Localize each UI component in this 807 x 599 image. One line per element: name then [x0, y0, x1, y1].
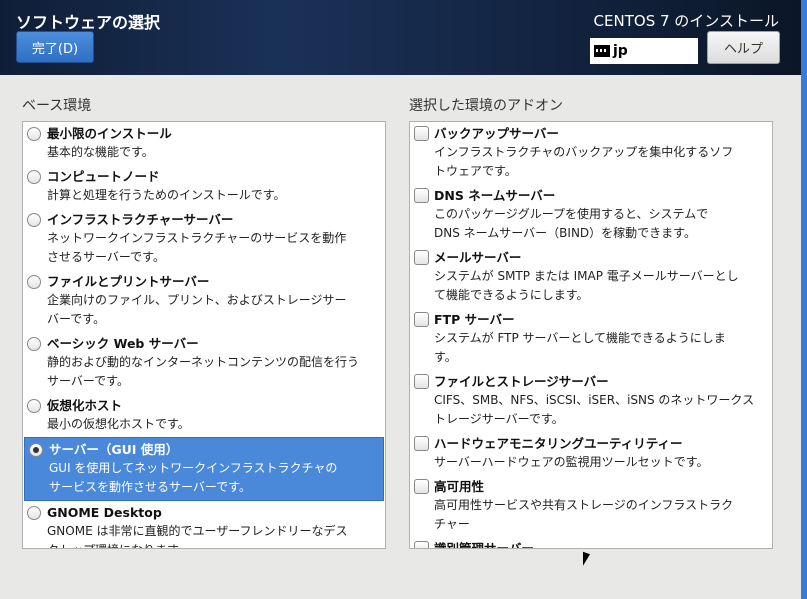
option-title: インフラストラクチャーサーバー: [47, 212, 234, 227]
addon-option[interactable]: 識別管理サーバーユーザー、サーバー、および認証ポリシーの中央管理を: [410, 537, 772, 549]
addon-option[interactable]: ファイルとストレージサーバー CIFS、SMB、NFS、iSCSI、iSER、iS…: [410, 370, 772, 432]
option-description: す。: [434, 350, 457, 364]
option-description: DNS ネームサーバー（BIND）を稼動できます。: [434, 226, 696, 240]
option-description: させるサーバーです。: [47, 250, 165, 264]
help-button[interactable]: ヘルプ: [707, 31, 780, 64]
option-description: サーバーです。: [47, 374, 129, 388]
checkbox[interactable]: [414, 374, 429, 389]
option-title: コンピュートノード: [47, 169, 160, 184]
base-environment-option[interactable]: 最小限のインストール 基本的な機能です。: [23, 122, 385, 165]
base-environment-option[interactable]: インフラストラクチャーサーバーネットワークインフラストラクチャーのサービスを動作…: [23, 208, 385, 270]
radio-button[interactable]: [27, 337, 41, 351]
option-description: システムが FTP サーバーとして機能できるようにしま: [434, 331, 726, 345]
header-bar: ソフトウェアの選択 完了(D) CENTOS 7 のインストール jp ヘルプ: [0, 0, 807, 75]
radio-button[interactable]: [27, 506, 41, 520]
option-title: バックアップサーバー: [434, 126, 559, 141]
option-description: 高可用性サービスや共有ストレージのインフラストラク: [434, 498, 734, 512]
radio-button[interactable]: [27, 213, 41, 227]
checkbox[interactable]: [414, 541, 429, 548]
checkbox[interactable]: [414, 436, 429, 451]
option-title: 識別管理サーバー: [434, 541, 534, 549]
option-description: インフラストラクチャのバックアップを集中化するソフ: [434, 145, 734, 159]
option-description: システムが SMTP または IMAP 電子メールサーバーとし: [434, 269, 739, 283]
option-description: GNOME は非常に直観的でユーザーフレンドリーなデス: [47, 524, 348, 538]
option-description: 計算と処理を行うためのインストールです。: [47, 188, 286, 202]
option-description: クトップ環境になります。: [47, 541, 381, 548]
radio-button[interactable]: [29, 443, 43, 457]
keyboard-layout-indicator[interactable]: jp: [590, 38, 698, 64]
option-title: ベーシック Web サーバー: [47, 336, 199, 351]
checkbox[interactable]: [414, 250, 429, 265]
checkbox[interactable]: [414, 126, 429, 141]
radio-button[interactable]: [27, 127, 41, 141]
option-title: 仮想化ホスト: [47, 398, 123, 413]
option-description: バーです。: [47, 312, 106, 326]
option-description: 企業向けのファイル、プリント、およびストレージサー: [47, 293, 347, 307]
done-button[interactable]: 完了(D): [16, 31, 94, 63]
addon-option[interactable]: バックアップサーバーインフラストラクチャのバックアップを集中化するソフ トウェアで…: [410, 122, 772, 184]
checkbox[interactable]: [414, 479, 429, 494]
keyboard-icon: [594, 45, 610, 57]
option-description: 基本的な機能です。: [47, 145, 154, 159]
addon-option[interactable]: FTP サーバーシステムが FTP サーバーとして機能できるようにしま す。: [410, 308, 772, 370]
option-title: 最小限のインストール: [47, 126, 172, 141]
option-description: このパッケージグループを使用すると、システムで: [434, 207, 709, 221]
addon-option[interactable]: メールサーバーシステムが SMTP または IMAP 電子メールサーバーとし て機…: [410, 246, 772, 308]
option-title: DNS ネームサーバー: [434, 188, 556, 203]
option-title: GNOME Desktop: [47, 505, 162, 520]
option-description: て機能できるようにします。: [434, 288, 589, 302]
page-title: ソフトウェアの選択: [16, 13, 161, 32]
option-title: サーバー（GUI 使用）: [49, 442, 179, 457]
window-edge: [801, 0, 807, 599]
base-environment-option[interactable]: ベーシック Web サーバー静的および動的なインターネットコンテンツの配信を行う…: [23, 332, 385, 394]
addon-option[interactable]: ハードウェアモニタリングユーティリティーサーバーハードウェアの監視用ツールセット…: [410, 432, 772, 475]
radio-button[interactable]: [27, 399, 41, 413]
option-title: 高可用性: [434, 479, 485, 494]
base-environment-option[interactable]: コンピュートノード計算と処理を行うためのインストールです。: [23, 165, 385, 208]
option-description: 静的および動的なインターネットコンテンツの配信を行う: [47, 355, 360, 369]
option-title: ファイルとプリントサーバー: [47, 274, 210, 289]
option-description: 最小の仮想化ホストです。: [47, 417, 190, 431]
radio-button[interactable]: [27, 275, 41, 289]
option-description: CIFS、SMB、NFS、iSCSI、iSER、iSNS のネットワークス: [434, 393, 755, 407]
base-environment-list[interactable]: 最小限のインストール 基本的な機能です。 コンピュートノード 計算と処理を行うためのイ…: [22, 121, 386, 549]
option-description: チャー: [434, 517, 470, 531]
option-title: メールサーバー: [434, 250, 522, 265]
checkbox[interactable]: [414, 312, 429, 327]
option-description: GUI を使用してネットワークインフラストラクチャの: [49, 461, 338, 475]
product-title: CENTOS 7 のインストール: [593, 12, 779, 30]
option-description: トウェアです。: [434, 164, 517, 178]
option-description: サーバーハードウェアの監視用ツールセットです。: [434, 455, 709, 469]
addon-option[interactable]: DNS ネームサーバーこのパッケージグループを使用すると、システムで DNS ネー…: [410, 184, 772, 246]
option-description: トレージサーバーです。: [434, 412, 564, 426]
option-description: サービスを動作させるサーバーです。: [49, 480, 251, 494]
addons-list[interactable]: バックアップサーバーインフラストラクチャのバックアップを集中化するソフ トウェアで…: [409, 121, 773, 549]
keyboard-layout-label: jp: [613, 43, 628, 59]
option-title: FTP サーバー: [434, 312, 515, 327]
mouse-cursor: [583, 551, 590, 569]
option-description: ネットワークインフラストラクチャーのサービスを動作: [47, 231, 347, 245]
addons-heading: 選択した環境のアドオン: [409, 98, 563, 114]
base-environment-option[interactable]: サーバー（GUI 使用） GUI を使用してネットワークインフラストラクチャの サー…: [24, 437, 384, 501]
base-environment-option[interactable]: GNOME Desktop GNOME は非常に直観的でユーザーフレンドリーなデス…: [23, 501, 385, 548]
addon-option[interactable]: 高可用性高可用性サービスや共有ストレージのインフラストラク チャー: [410, 475, 772, 537]
option-title: ファイルとストレージサーバー: [434, 374, 609, 389]
base-environment-option[interactable]: 仮想化ホスト最小の仮想化ホストです。: [23, 394, 385, 437]
option-title: ハードウェアモニタリングユーティリティー: [434, 436, 683, 451]
base-environment-option[interactable]: ファイルとプリントサーバー企業向けのファイル、プリント、およびストレージサー バー…: [23, 270, 385, 332]
checkbox[interactable]: [414, 188, 429, 203]
radio-button[interactable]: [27, 170, 41, 184]
base-environment-heading: ベース環境: [22, 98, 92, 114]
